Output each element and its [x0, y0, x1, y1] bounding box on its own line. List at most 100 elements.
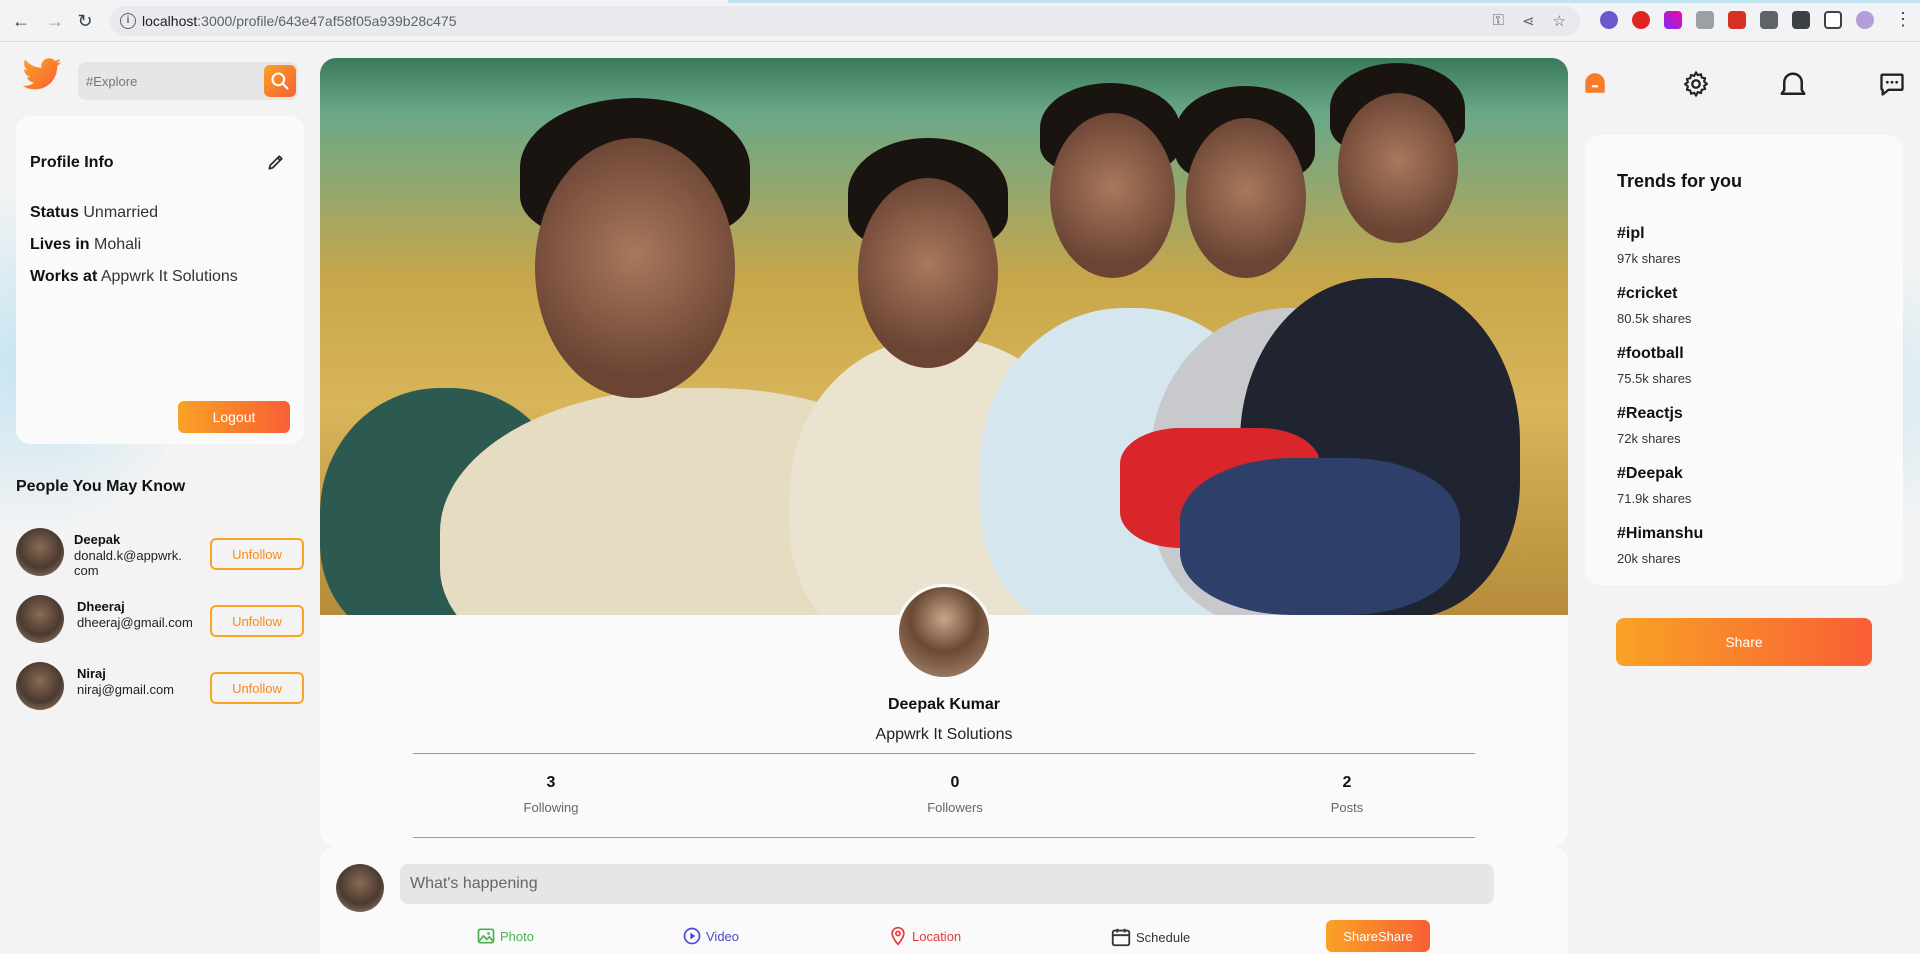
status-row: Status Unmarried	[30, 204, 158, 222]
cover-face	[1186, 118, 1306, 278]
person-avatar[interactable]	[16, 662, 64, 710]
unfollow-button[interactable]: Unfollow	[210, 605, 304, 637]
logout-button[interactable]: Logout	[178, 401, 290, 433]
bell-icon[interactable]	[1778, 70, 1808, 100]
trend-tag: #Deepak	[1617, 465, 1683, 482]
location-option[interactable]: Location	[888, 926, 961, 946]
extension-icon[interactable]	[1728, 11, 1746, 29]
search-icon	[271, 72, 289, 90]
schedule-option[interactable]: Schedule	[1110, 926, 1190, 948]
url-text[interactable]: localhost:3000/profile/643e47af58f05a939…	[142, 13, 457, 29]
url-path: :3000/profile/643e47af58f05a939b28c475	[197, 13, 457, 29]
opera-extension-icon[interactable]	[1632, 11, 1650, 29]
divider	[413, 753, 1475, 754]
person-avatar[interactable]	[16, 595, 64, 643]
tab-strip-edge	[728, 0, 1920, 3]
extensions-bar	[1600, 11, 1874, 29]
trend-item[interactable]: #ipl 97k shares	[1617, 225, 1681, 266]
trend-tag: #Himanshu	[1617, 525, 1704, 542]
extension-icon[interactable]	[1600, 11, 1618, 29]
trend-tag: #football	[1617, 345, 1684, 362]
status-label: Status	[30, 204, 79, 221]
cover-photo[interactable]	[320, 58, 1568, 615]
media-control-icon[interactable]	[1792, 11, 1810, 29]
posts-stat[interactable]: 2 Posts	[1247, 774, 1447, 815]
twitter-logo-icon[interactable]	[18, 54, 66, 96]
people-you-may-know-title: People You May Know	[16, 478, 186, 495]
lives-in-value: Mohali	[94, 236, 142, 253]
following-stat[interactable]: 3 Following	[451, 774, 651, 815]
profile-card: Deepak Kumar Appwrk It Solutions 3 Follo…	[320, 58, 1568, 846]
person-card: Niraj niraj@gmail.com Unfollow	[16, 662, 304, 714]
user-avatar	[336, 864, 384, 912]
forward-icon[interactable]: →	[44, 10, 66, 32]
video-play-icon	[683, 927, 701, 945]
gear-icon[interactable]	[1682, 70, 1710, 98]
video-label: Video	[706, 928, 740, 944]
key-icon[interactable]: ⚿	[1493, 12, 1504, 30]
share-button[interactable]: Share	[1616, 618, 1872, 666]
extensions-puzzle-icon[interactable]	[1760, 11, 1778, 29]
person-name: Deepak	[74, 532, 121, 547]
divider	[413, 837, 1475, 838]
unfollow-button[interactable]: Unfollow	[210, 672, 304, 704]
reload-icon[interactable]: ↻	[74, 10, 96, 32]
site-info-icon[interactable]: i	[120, 13, 136, 29]
photo-option[interactable]: Photo	[476, 926, 534, 946]
pencil-edit-icon[interactable]	[266, 152, 286, 172]
trend-tag: #Reactjs	[1617, 405, 1683, 422]
extension-icon[interactable]	[1696, 11, 1714, 29]
followers-stat[interactable]: 0 Followers	[855, 774, 1055, 815]
share-post-button[interactable]: ShareShare	[1326, 920, 1430, 952]
trend-shares: 72k shares	[1617, 431, 1681, 446]
person-avatar[interactable]	[16, 528, 64, 576]
profile-info-card: Profile Info Status Unmarried Lives in M…	[16, 116, 304, 444]
back-icon[interactable]: ←	[10, 10, 32, 32]
search-button[interactable]	[264, 65, 296, 97]
trend-item[interactable]: #Himanshu 20k shares	[1617, 525, 1703, 566]
status-value: Unmarried	[83, 204, 159, 221]
cover-face	[858, 178, 998, 368]
person-name: Dheeraj	[77, 599, 125, 614]
trend-shares: 75.5k shares	[1617, 371, 1692, 386]
cover-face	[1050, 113, 1175, 278]
bookmark-star-icon[interactable]: ☆	[1553, 12, 1566, 30]
profile-work: Appwrk It Solutions	[875, 726, 1013, 743]
calendar-icon	[1111, 928, 1131, 947]
video-option[interactable]: Video	[682, 926, 739, 946]
works-at-label: Works at	[30, 268, 98, 285]
trend-item[interactable]: #Reactjs 72k shares	[1617, 405, 1683, 446]
address-bar[interactable]: i localhost:3000/profile/643e47af58f05a9…	[110, 6, 1580, 36]
share-icon[interactable]: ⋖	[1522, 12, 1535, 30]
side-panel-icon[interactable]	[1824, 11, 1842, 29]
explore-search-input[interactable]	[86, 71, 256, 91]
person-email: niraj@gmail.com	[77, 682, 174, 697]
unfollow-button[interactable]: Unfollow	[210, 538, 304, 570]
home-icon[interactable]	[1582, 70, 1608, 96]
location-label: Location	[912, 928, 962, 944]
browser-menu-icon[interactable]: ⋮	[1894, 9, 1912, 30]
pen-extension-icon[interactable]	[1664, 11, 1682, 29]
trends-card: Trends for you #ipl 97k shares #cricket …	[1585, 135, 1903, 585]
trend-item[interactable]: #Deepak 71.9k shares	[1617, 465, 1691, 506]
profile-avatar-icon[interactable]	[1856, 11, 1874, 29]
trend-item[interactable]: #football 75.5k shares	[1617, 345, 1691, 386]
trend-tag: #ipl	[1617, 225, 1645, 242]
address-bar-actions: ⚿ ⋖ ☆	[1493, 12, 1566, 30]
person-email: dheeraj@gmail.com	[77, 615, 193, 630]
person-card: Deepak donald.k@appwrk.com Unfollow	[16, 528, 304, 580]
browser-toolbar: ← → ↻ i localhost:3000/profile/643e47af5…	[0, 0, 1920, 42]
posts-label: Posts	[1330, 800, 1364, 815]
url-host: localhost	[142, 13, 198, 29]
cover-jeans	[1180, 458, 1460, 615]
trend-shares: 20k shares	[1617, 551, 1681, 566]
whats-happening-input[interactable]	[400, 864, 1494, 904]
message-icon[interactable]	[1878, 70, 1906, 98]
followers-label: Followers	[927, 800, 983, 815]
profile-avatar[interactable]	[896, 584, 992, 680]
cover-face	[1338, 93, 1458, 243]
trend-shares: 80.5k shares	[1617, 311, 1692, 326]
post-share-card: Photo Video Location Schedule ShareShare	[320, 846, 1568, 954]
trend-item[interactable]: #cricket 80.5k shares	[1617, 285, 1691, 326]
followers-count: 0	[950, 774, 960, 791]
